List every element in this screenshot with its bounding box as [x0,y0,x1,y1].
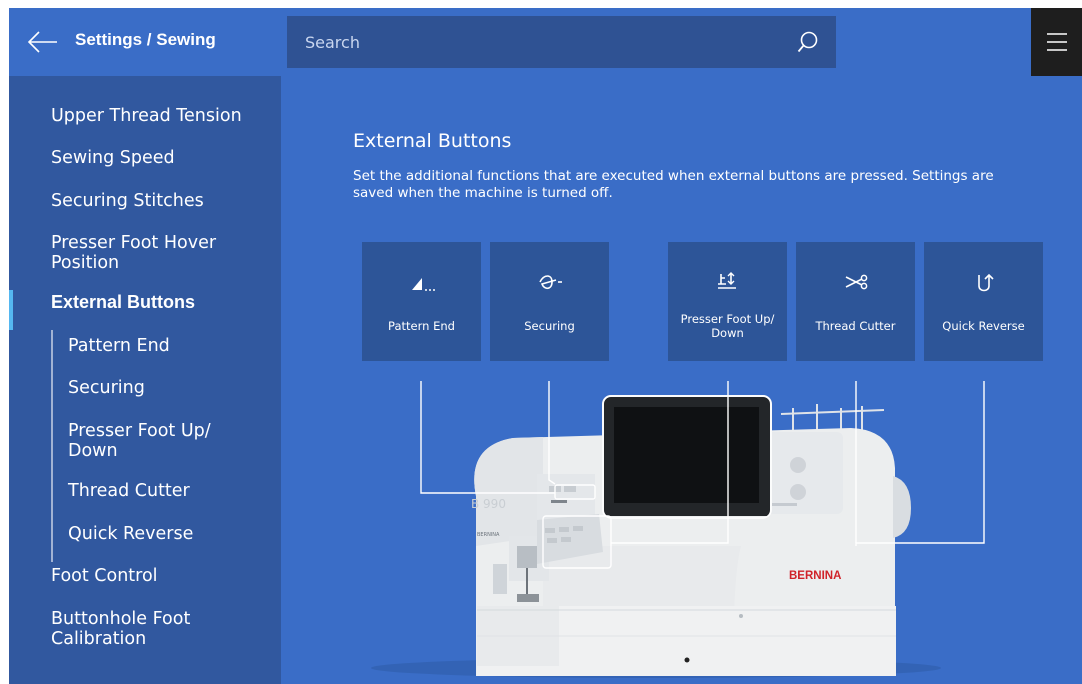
menu-button[interactable] [1031,8,1082,76]
page-title: External Buttons [353,130,512,152]
back-arrow-icon [27,31,57,53]
hamburger-menu-icon [1047,33,1067,51]
main-content: External Buttons Set the additional func… [281,76,1082,684]
securing-label: Securing [524,319,575,333]
active-item-marker [9,290,13,330]
sidebar-item-securing-stitches[interactable]: Securing Stitches [51,191,204,211]
sidebar-subitem-pattern-end[interactable]: Pattern End [68,336,170,356]
app-frame: Settings / Sewing Upper Thread Tension S… [9,8,1082,684]
sidebar-subitem-quick-reverse[interactable]: Quick Reverse [68,524,193,544]
sidebar-item-foot-control[interactable]: Foot Control [51,566,158,586]
pattern-end-icon [411,278,435,291]
presser-foot-up-down-label: Presser Foot Up/ Down [680,312,775,340]
securing-icon [538,275,562,290]
quick-reverse-label: Quick Reverse [942,319,1025,333]
securing-button[interactable]: Securing [490,242,609,361]
top-bar: Settings / Sewing [9,8,1082,76]
presser-foot-icon [717,272,736,289]
pattern-end-label: Pattern End [388,319,455,333]
search-bar [287,16,836,68]
svg-text:B 990: B 990 [471,497,506,511]
sidebar-item-sewing-speed[interactable]: Sewing Speed [51,148,175,168]
sidebar-item-presser-foot-hover-position[interactable]: Presser Foot Hover Position [51,233,251,273]
svg-text:BERNINA: BERNINA [477,532,500,538]
quick-reverse-icon [977,273,994,292]
sidebar-subitem-presser-foot-up-down[interactable]: Presser Foot Up/ Down [68,421,238,461]
thread-cutter-button[interactable]: Thread Cutter [796,242,915,361]
bernina-logo: BERNINA [789,570,841,582]
back-button[interactable] [23,28,63,56]
breadcrumb: Settings / Sewing [75,30,216,49]
sidebar-item-external-buttons[interactable]: External Buttons [51,292,195,312]
pattern-end-button[interactable]: Pattern End [362,242,481,361]
sidebar-item-upper-thread-tension[interactable]: Upper Thread Tension [51,106,242,126]
presser-foot-up-down-button[interactable]: Presser Foot Up/ Down [668,242,787,361]
sidebar-subitem-securing[interactable]: Securing [68,378,145,398]
search-input[interactable] [287,16,836,68]
thread-cutter-label: Thread Cutter [815,319,896,333]
search-icon[interactable] [796,30,820,54]
sidebar-subitem-thread-cutter[interactable]: Thread Cutter [68,481,190,501]
thread-cutter-icon [845,274,867,290]
submenu-guide-line [51,330,53,562]
quick-reverse-button[interactable]: Quick Reverse [924,242,1043,361]
sidebar: Upper Thread Tension Sewing Speed Securi… [9,76,281,684]
page-description: Set the additional functions that are ex… [353,168,994,201]
sidebar-item-buttonhole-foot-calibration[interactable]: Buttonhole Foot Calibration [51,609,231,649]
